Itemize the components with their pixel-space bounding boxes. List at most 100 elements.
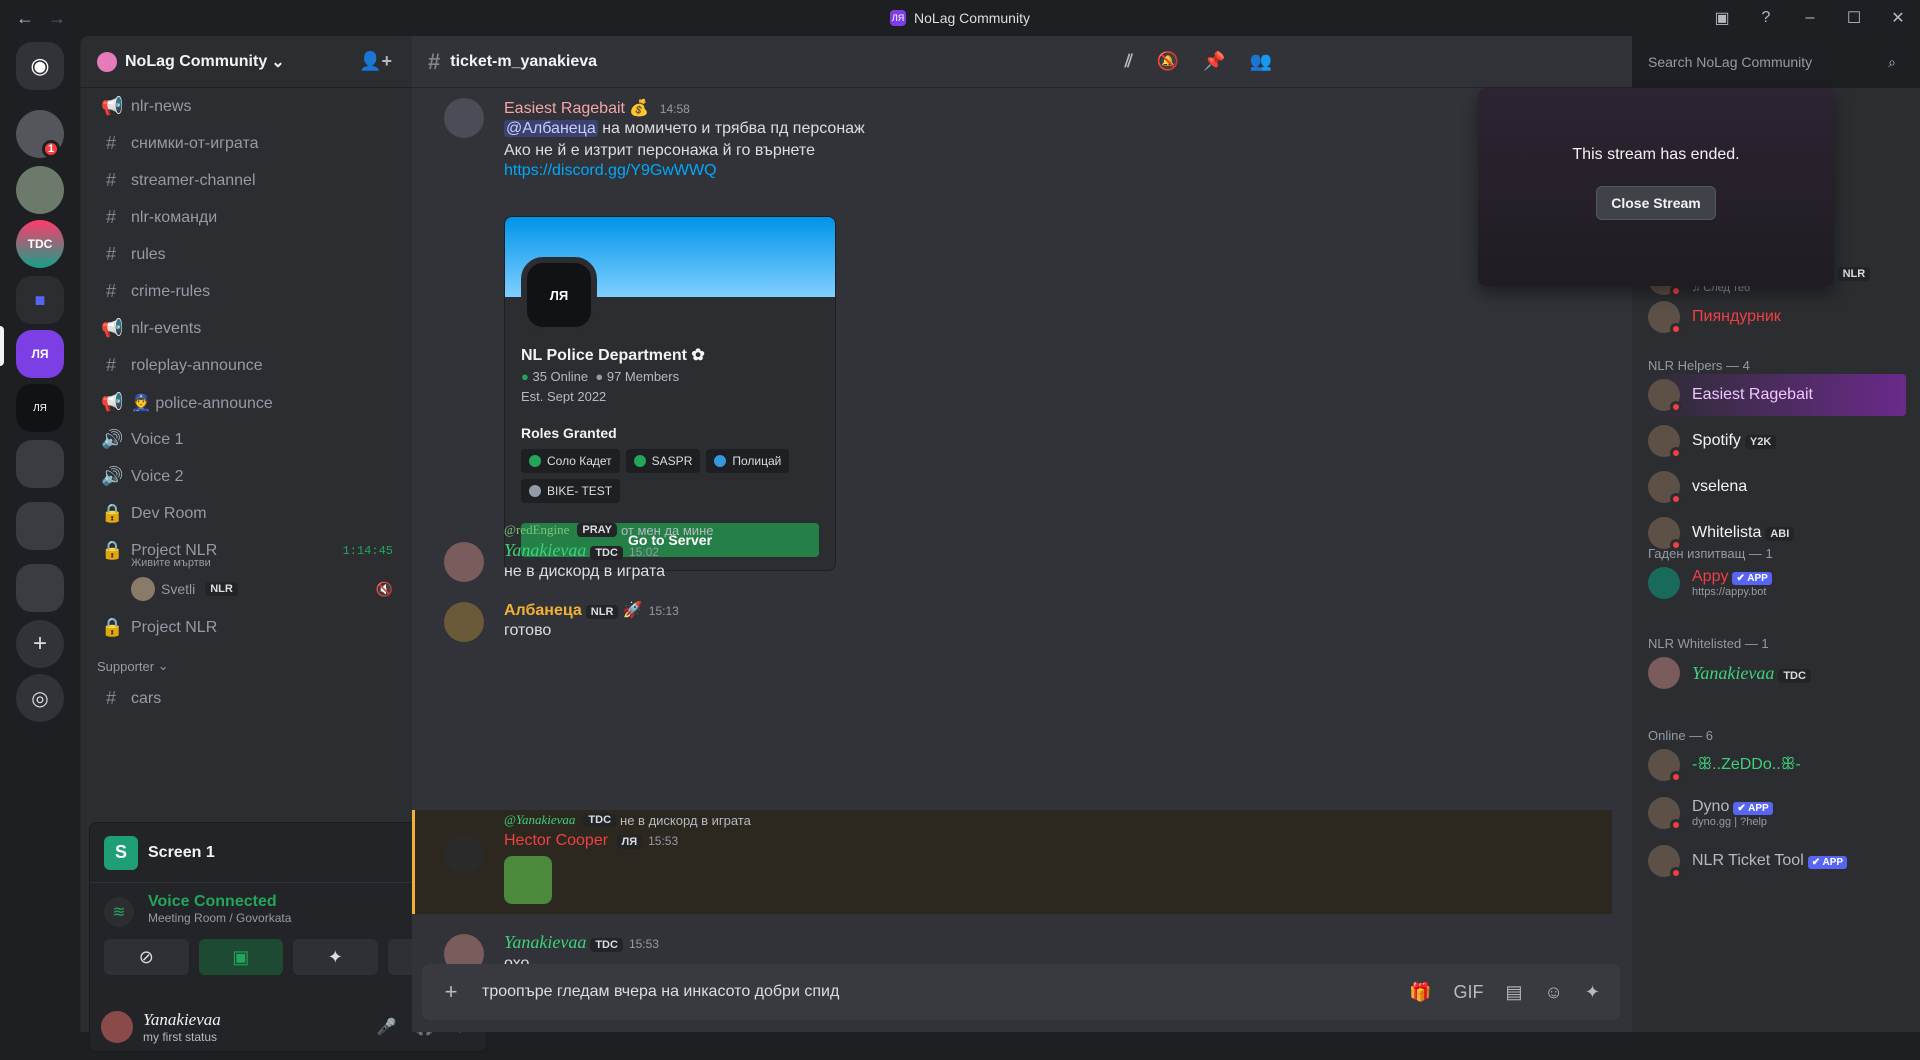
gift-icon[interactable]: 🎁 xyxy=(1409,982,1431,1003)
category-supporter[interactable]: Supporter ⌄ xyxy=(89,652,405,680)
invite-people-icon[interactable]: 👤+ xyxy=(359,51,392,72)
share-screen-button[interactable]: ▣ xyxy=(198,939,283,975)
channel-item[interactable]: # снимки-от-играта xyxy=(89,125,405,162)
sticker-icon[interactable]: ▤ xyxy=(1506,982,1523,1003)
server-icon xyxy=(97,51,117,72)
channel-item[interactable]: # streamer-channel xyxy=(89,162,405,199)
channel-item[interactable]: # rules xyxy=(89,236,405,273)
selected-server-pill xyxy=(0,326,4,366)
channel-item[interactable]: # nlr-команди xyxy=(89,199,405,236)
member-list-icon[interactable]: 👥 xyxy=(1250,51,1272,72)
channel-item[interactable]: 🔊 Voice 1 xyxy=(89,421,405,458)
server-nolag[interactable]: ЛЯ xyxy=(16,330,64,378)
camera-off-button[interactable]: ⊘ xyxy=(104,939,189,975)
author-name[interactable]: Албанеца xyxy=(504,602,582,619)
microphone-icon[interactable]: 🎤 xyxy=(377,1017,397,1037)
user-status: my first status xyxy=(143,1030,218,1044)
member-item[interactable]: Dyno ✔ APP dyno.gg | ?help xyxy=(1640,792,1906,834)
channel-item[interactable]: 📢 👮 police-announce xyxy=(89,384,405,421)
discover-icon[interactable]: ◎ xyxy=(16,674,64,722)
role-chip: BIKE- TEST xyxy=(521,479,621,503)
server-folder-1[interactable] xyxy=(16,440,64,488)
minimize-button[interactable]: – xyxy=(1788,9,1832,27)
member-avatar xyxy=(1648,517,1682,551)
dm-avatar-2[interactable] xyxy=(16,166,64,214)
channel-cars[interactable]: # cars xyxy=(89,680,405,717)
reply-author[interactable]: @Yanakievaa xyxy=(504,812,575,828)
member-item[interactable]: -ꕥ..ZeDDo..ꕥ- xyxy=(1640,744,1906,786)
pin-icon[interactable]: 📌 xyxy=(1203,51,1225,72)
search-input[interactable]: Search NoLag Community ⌕ xyxy=(1638,46,1906,78)
author-avatar[interactable] xyxy=(444,542,484,582)
channel-item[interactable]: 📢 nlr-events xyxy=(89,310,405,347)
author-avatar[interactable] xyxy=(444,98,484,138)
voice-user[interactable]: Svetli NLR 🔇 xyxy=(89,575,405,603)
channel-item[interactable]: 📢 nlr-news xyxy=(89,88,405,125)
forward-arrow-icon[interactable]: → xyxy=(48,8,66,29)
roles-title: Roles Granted xyxy=(521,425,617,441)
invite-link[interactable]: https://discord.gg/Y9GwWWQ xyxy=(504,162,865,180)
author-avatar[interactable] xyxy=(444,834,484,874)
threads-icon[interactable]: ⫽ xyxy=(1125,51,1133,72)
reply-tag: PRAY xyxy=(577,523,617,537)
maximize-button[interactable]: ☐ xyxy=(1832,8,1876,28)
author-name[interactable]: Yanakievaa xyxy=(504,540,586,560)
member-item[interactable]: NLR Ticket Tool ✔ APP xyxy=(1640,840,1906,882)
server-tdc[interactable]: TDC xyxy=(16,220,64,268)
emoji-icon[interactable]: ☺ xyxy=(1545,982,1563,1003)
channel-project-nlr-2[interactable]: 🔒 Project NLR xyxy=(89,609,405,646)
member-item[interactable]: Easiest Ragebait xyxy=(1640,374,1906,416)
user-avatar[interactable] xyxy=(101,1011,133,1043)
message-composer[interactable]: + троопъре гледам вчера на инкасото добр… xyxy=(422,964,1620,1020)
member-name: Whitelista xyxy=(1692,524,1762,541)
apps-icon[interactable]: ✦ xyxy=(1585,982,1600,1003)
lock-icon: 🔒 xyxy=(101,540,124,560)
reply-author[interactable]: @redEngine xyxy=(504,522,569,538)
author-avatar[interactable] xyxy=(444,602,484,642)
server-header[interactable]: NoLag Community ⌄ 👤+ xyxy=(81,36,412,88)
channel-item[interactable]: 🔒 Dev Room xyxy=(89,495,405,532)
reply-preview[interactable]: @Yanakievaa TDC не в дискорд в играта xyxy=(504,810,1618,830)
server-nlpd[interactable]: ЛЯ xyxy=(16,384,64,432)
message-line-2: Ако не й е изтрит персонажа й го върнете xyxy=(504,142,815,159)
group-header: Online — 6 xyxy=(1648,728,1714,743)
channel-name: Voice 2 xyxy=(131,467,184,485)
channel-name: rules xyxy=(131,245,166,263)
mute-notifications-icon[interactable]: 🔕 xyxy=(1157,51,1179,72)
timestamp: 15:53 xyxy=(628,937,659,951)
direct-messages-button[interactable]: ◉ xyxy=(16,42,64,90)
channel-item[interactable]: # crime-rules xyxy=(89,273,405,310)
author-name[interactable]: Easiest Ragebait xyxy=(504,100,625,117)
member-item[interactable]: Spotify Y2K xyxy=(1640,420,1906,462)
title-bar: ← → ЛЯ NoLag Community ▣ ? – ☐ ✕ xyxy=(0,0,1920,36)
help-icon[interactable]: ? xyxy=(1744,9,1788,27)
member-item[interactable]: Пияндурник xyxy=(1640,296,1906,338)
author-name[interactable]: Hector Cooper xyxy=(504,832,608,849)
add-server-button[interactable]: + xyxy=(16,620,64,668)
gif-icon[interactable]: GIF xyxy=(1454,982,1484,1003)
member-item[interactable]: vselena xyxy=(1640,466,1906,508)
server-folder-2[interactable] xyxy=(16,502,64,550)
reply-preview[interactable]: @redEngine PRAY от мен да мине xyxy=(504,520,1618,540)
back-arrow-icon[interactable]: ← xyxy=(16,8,34,29)
author-name[interactable]: Yanakievaa xyxy=(504,932,586,952)
author-tag: NLR xyxy=(585,605,619,619)
inbox-icon[interactable]: ▣ xyxy=(1700,8,1744,28)
close-window-button[interactable]: ✕ xyxy=(1876,8,1920,28)
close-stream-button[interactable]: Close Stream xyxy=(1596,186,1716,220)
folder-icon[interactable]: ■ xyxy=(16,276,64,324)
composer-text[interactable]: троопъре гледам вчера на инкасото добри … xyxy=(482,983,839,1001)
server-folder-3[interactable] xyxy=(16,564,64,612)
activities-button[interactable]: ✦ xyxy=(293,939,378,975)
signal-icon[interactable]: ≋ xyxy=(104,897,134,927)
channel-project-nlr[interactable]: 🔒 Project NLR 1:14:45 xyxy=(89,532,405,569)
channel-item[interactable]: # roleplay-announce xyxy=(89,347,405,384)
member-item[interactable]: Appy ✔ APP https://appy.bot xyxy=(1640,562,1906,604)
channel-item[interactable]: 🔊 Voice 2 xyxy=(89,458,405,495)
member-item[interactable]: Yanakievaa TDC xyxy=(1640,652,1906,694)
pepe-sticker[interactable] xyxy=(504,856,552,904)
member-name: Dyno xyxy=(1692,798,1730,815)
attach-plus-icon[interactable]: + xyxy=(438,979,464,1005)
user-mention[interactable]: @Албанеца xyxy=(504,120,598,137)
user-info[interactable]: Yanakievaa my first status xyxy=(143,1010,221,1044)
